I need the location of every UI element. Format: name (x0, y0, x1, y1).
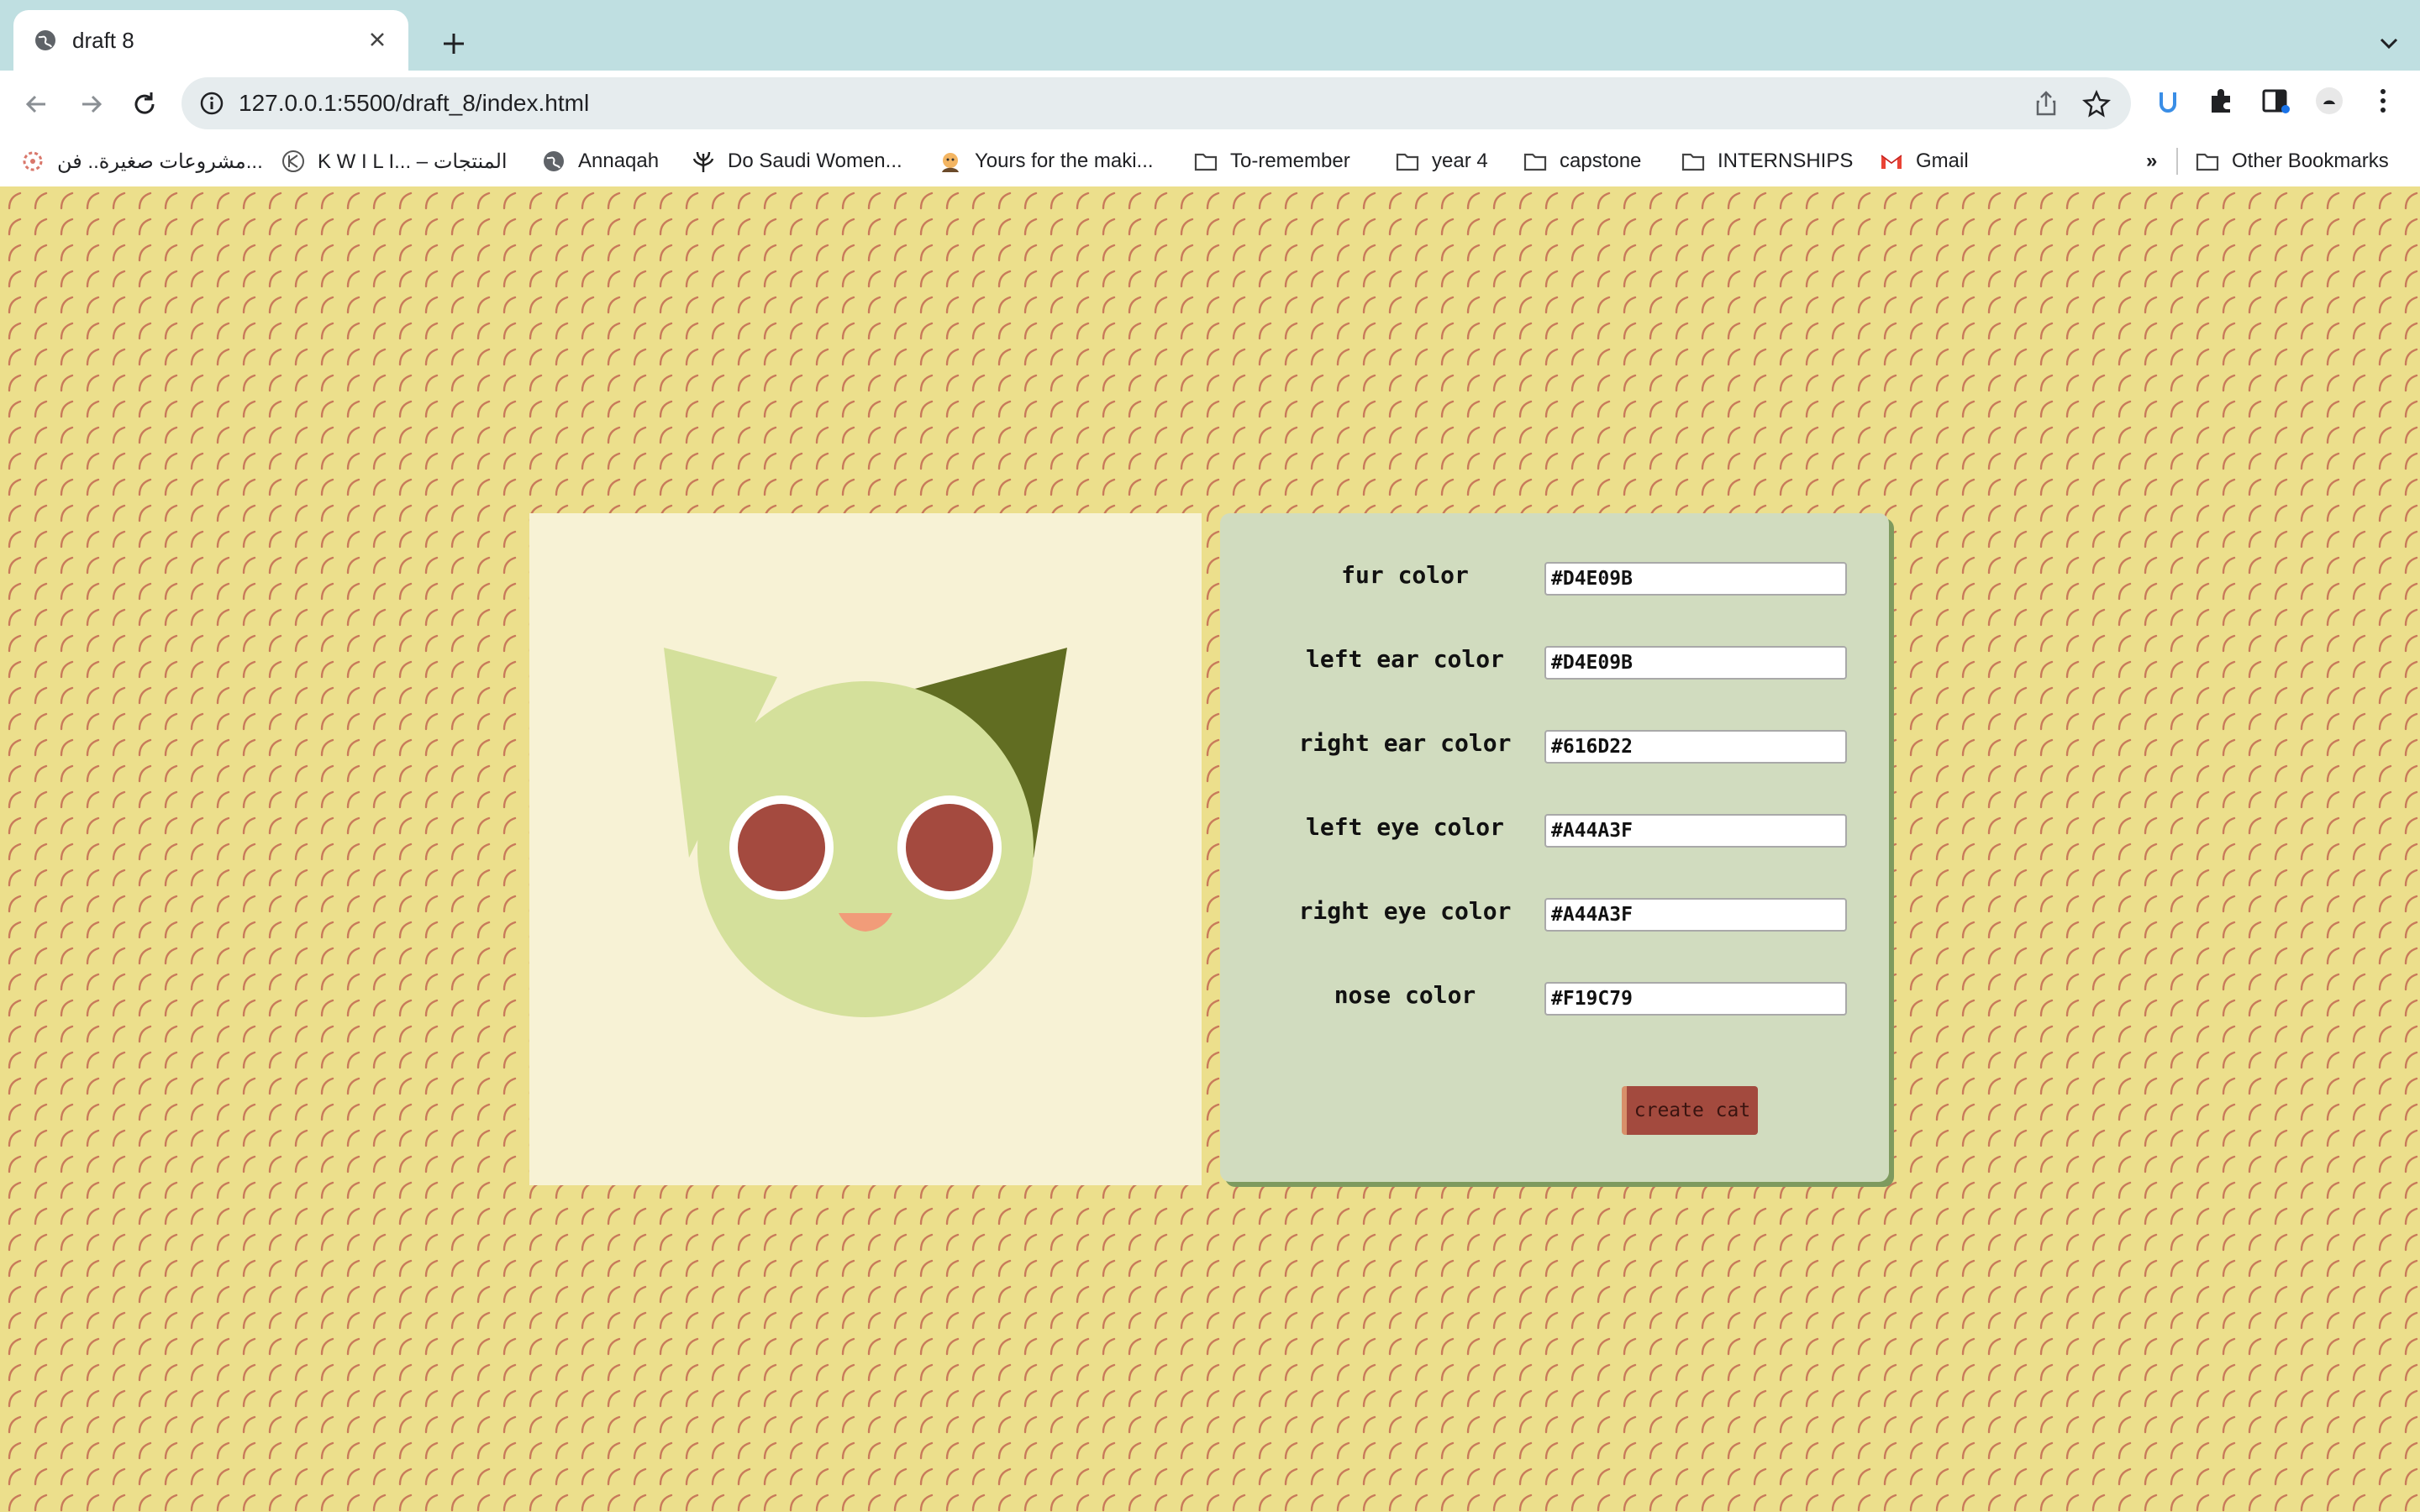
right-eye-color-input[interactable] (1544, 898, 1847, 932)
cat-illustration (664, 648, 1067, 1017)
browser-toolbar: 127.0.0.1:5500/draft_8/index.html (0, 71, 2420, 136)
globe-icon (35, 30, 55, 50)
folder-icon (1523, 153, 1547, 171)
nose-color-input[interactable] (1544, 982, 1847, 1016)
tab-strip: draft 8 (0, 0, 2420, 71)
globe-icon (544, 151, 564, 171)
right-ear-color-row: right ear color (1220, 718, 1889, 769)
bookmark-label: مشروعات صغيرة.. فن... (57, 150, 263, 173)
folder-icon (1194, 153, 1218, 171)
site-info-icon[interactable] (198, 90, 225, 117)
left-eye (738, 804, 825, 891)
bookmark-label: INTERNSHIPS (1718, 150, 1854, 172)
bookmark-label: Yours for the maki... (975, 150, 1154, 172)
extensions-puzzle-icon[interactable] (2205, 84, 2238, 118)
bookmark-label: Annaqah (578, 150, 660, 172)
left-eye-color-input[interactable] (1544, 814, 1847, 848)
right-eye (906, 804, 993, 891)
cat-canvas (529, 513, 1202, 1185)
bookmark-item[interactable]: مشروعات صغيرة.. فن... (20, 144, 263, 178)
left-eye-color-label: left eye color (1305, 813, 1504, 841)
profile-avatar-icon[interactable] (2312, 84, 2346, 118)
nose-color-label: nose color (1334, 981, 1476, 1009)
nose-color-row: nose color (1220, 970, 1889, 1021)
url-text: 127.0.0.1:5500/draft_8/index.html (239, 90, 590, 116)
fur-color-label: fur color (1341, 561, 1469, 589)
tab-title: draft 8 (72, 28, 134, 53)
forward-icon[interactable] (72, 86, 109, 123)
right-eye-color-row: right eye color (1220, 886, 1889, 937)
bookmark-label: K W I L I... – المنتجات (318, 150, 508, 173)
bookmark-folder[interactable]: To-remember (1193, 144, 1350, 178)
browser-tab[interactable]: draft 8 (13, 10, 408, 71)
bookmark-item[interactable]: K W I L I... – المنتجات (281, 144, 508, 178)
bookmarks-overflow-button[interactable]: » (2146, 144, 2157, 178)
bookmark-label: year 4 (1432, 150, 1488, 172)
folder-icon (1396, 153, 1419, 171)
fur-color-row: fur color (1220, 550, 1889, 601)
overflow-chevron-icon: » (2146, 150, 2158, 172)
bookmark-folder[interactable]: INTERNSHIPS (1681, 144, 1853, 178)
folder-icon (1681, 153, 1705, 171)
create-cat-button[interactable]: create cat (1622, 1086, 1758, 1135)
bookmark-label: Other Bookmarks (2232, 150, 2389, 172)
bookmarks-bar: مشروعات صغيرة.. فن... K W I L I... – الم… (0, 136, 2420, 188)
back-icon[interactable] (18, 86, 55, 123)
left-eye-color-row: left eye color (1220, 802, 1889, 853)
share-icon[interactable] (2032, 89, 2060, 118)
bookmark-folder[interactable]: capstone (1523, 144, 1641, 178)
bookmark-folder[interactable]: year 4 (1395, 144, 1488, 178)
side-panel-icon[interactable] (2259, 84, 2292, 118)
bookmark-label: capstone (1560, 150, 1642, 172)
reload-icon[interactable] (126, 86, 163, 123)
address-bar[interactable]: 127.0.0.1:5500/draft_8/index.html (182, 77, 2131, 129)
bookmark-label: Do Saudi Women... (728, 150, 902, 172)
bookmark-item[interactable]: Annaqah (541, 144, 659, 178)
plant-logo-icon (692, 151, 714, 172)
bookmark-label: To-remember (1230, 150, 1350, 172)
bookmark-star-icon[interactable] (2082, 89, 2111, 118)
menu-kebab-icon[interactable] (2366, 84, 2400, 118)
other-bookmarks-folder[interactable]: Other Bookmarks (2195, 144, 2389, 178)
background-pattern (0, 186, 2420, 1512)
bookmark-item[interactable]: Do Saudi Women... (691, 144, 902, 178)
left-ear-color-label: left ear color (1305, 645, 1504, 673)
page-body: fur color left ear color right ear color… (0, 186, 2420, 1512)
gmail-icon (1881, 155, 1902, 169)
cat-form-panel: fur color left ear color right ear color… (1220, 513, 1889, 1182)
bookmark-item[interactable]: Yours for the maki... (938, 144, 1154, 178)
avatar-emoji-icon (942, 153, 959, 172)
bookmark-item[interactable]: Gmail (1879, 144, 1969, 178)
close-tab-icon[interactable] (365, 27, 390, 52)
bookmark-label: Gmail (1916, 150, 1969, 172)
kwili-logo-icon (282, 150, 304, 172)
right-ear-color-input[interactable] (1544, 730, 1847, 764)
folder-icon (2196, 153, 2219, 171)
new-tab-icon[interactable] (437, 27, 471, 60)
left-ear-color-input[interactable] (1544, 646, 1847, 680)
extension-u-icon[interactable] (2151, 84, 2185, 118)
right-eye-color-label: right eye color (1298, 897, 1512, 925)
bookmarks-divider (2176, 148, 2178, 175)
fur-color-input[interactable] (1544, 562, 1847, 596)
left-ear-color-row: left ear color (1220, 634, 1889, 685)
flower-icon (23, 151, 43, 171)
chevron-down-icon[interactable] (2375, 29, 2403, 57)
right-ear-color-label: right ear color (1298, 729, 1512, 757)
